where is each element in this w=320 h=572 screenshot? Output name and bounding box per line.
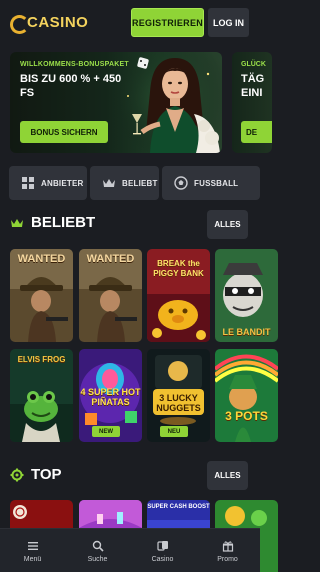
popular-section-title: BELIEBT	[10, 214, 95, 231]
nav-label: Menü	[23, 555, 42, 563]
crown-icon	[11, 218, 23, 227]
filter-label: ANBIETER	[41, 178, 84, 188]
top-section-title: TOP	[10, 466, 62, 483]
login-button[interactable]: LOG IN	[208, 8, 249, 37]
popular-show-all-button[interactable]: ALLES	[207, 210, 248, 239]
top-show-all-button[interactable]: ALLES	[207, 461, 248, 490]
logo-ring-icon	[10, 13, 29, 34]
banner-woman-illustration	[120, 52, 222, 153]
banner-title-line: FS	[20, 87, 35, 99]
filter-popular[interactable]: BELIEBT	[90, 166, 159, 200]
game-tile-wanted-2[interactable]: WANTED	[79, 249, 142, 342]
game-title: 3 POTS	[225, 409, 268, 423]
search-icon	[92, 540, 104, 552]
game-title: BREAK the PIGGY BANK	[153, 259, 204, 278]
logo-text: CASINO	[27, 13, 89, 31]
filter-providers[interactable]: ANBIETER	[9, 166, 87, 200]
category-filters: ANBIETER BELIEBT FUSSBALL	[0, 166, 260, 202]
game-title: LE BANDIT	[222, 327, 271, 337]
claim-bonus-button[interactable]: BONUS SICHERN	[20, 121, 108, 143]
game-tile-3-pots[interactable]: 3 POTS	[215, 349, 278, 442]
filter-football[interactable]: FUSSBALL	[162, 166, 260, 200]
new-badge: NEU	[160, 426, 188, 437]
banner-kicker: WILLKOMMENS-BONUSPAKET	[20, 61, 129, 68]
section-title-text: BELIEBT	[31, 214, 96, 231]
game-title: WANTED	[86, 253, 135, 265]
welcome-bonus-banner[interactable]: WILLKOMMENS-BONUSPAKET BIS ZU 600 % + 45…	[10, 52, 222, 153]
register-button[interactable]: REGISTRIEREN	[131, 8, 204, 37]
nav-label: Casino	[151, 555, 174, 563]
game-tile-wanted[interactable]: WANTED	[10, 249, 73, 342]
game-tile-break-the-piggy-bank[interactable]: BREAK the PIGGY BANK	[147, 249, 210, 342]
game-title: WANTED	[17, 253, 66, 265]
gift-icon	[222, 540, 233, 552]
game-title: 4 SUPER HOT PIÑATAS	[80, 387, 141, 407]
banner-title-line: EINI	[241, 87, 263, 99]
nav-promo[interactable]: Promo	[195, 529, 260, 572]
cards-icon	[156, 540, 168, 551]
game-tile-elvis-frog[interactable]: ELVIS FROG	[10, 349, 73, 442]
banner-title: BIS ZU 600 % + 450 FS	[20, 72, 125, 100]
banner-title: TÄG EINI	[241, 72, 264, 100]
nav-search[interactable]: Suche	[65, 529, 130, 572]
nav-menu[interactable]: Menü	[0, 529, 65, 572]
game-title: ELVIS FROG	[17, 355, 66, 364]
menu-icon	[27, 541, 38, 550]
game-art	[215, 349, 278, 442]
bottom-navigation: Menü Suche Casino Promo	[0, 528, 260, 572]
casino-logo[interactable]: CASINO	[10, 12, 89, 34]
daily-promo-banner[interactable]: GLÜCK TÄG EINI DE	[232, 52, 272, 153]
nav-label: Suche	[87, 555, 108, 563]
new-badge: NEW	[92, 426, 120, 437]
grid-icon	[22, 177, 34, 189]
section-title-text: TOP	[31, 466, 62, 483]
game-title: 3 LUCKY NUGGETS	[156, 393, 201, 413]
game-title: SUPER CASH BOOST	[147, 504, 210, 510]
nav-casino[interactable]: Casino	[130, 529, 195, 572]
gear-icon	[10, 468, 24, 481]
filter-label: BELIEBT	[122, 178, 158, 188]
game-tile-3-lucky-nuggets[interactable]: 3 LUCKY NUGGETS NEU	[147, 349, 210, 442]
nav-label: Promo	[217, 555, 238, 563]
banner-title-line: TÄG	[241, 73, 265, 85]
game-tile-le-bandit[interactable]: LE BANDIT	[215, 249, 278, 342]
filter-label: FUSSBALL	[194, 178, 239, 188]
banner-kicker: GLÜCK	[241, 61, 266, 68]
banner-button[interactable]: DE	[241, 121, 272, 143]
soccer-ball-icon	[174, 176, 188, 190]
banner-title-line: BIS ZU 600 % + 450	[20, 73, 122, 85]
crown-icon	[103, 179, 115, 187]
top-bar: CASINO REGISTRIEREN LOG IN	[0, 0, 260, 44]
game-tile-super-hot-pinatas[interactable]: 4 SUPER HOT PIÑATAS NEW	[79, 349, 142, 442]
